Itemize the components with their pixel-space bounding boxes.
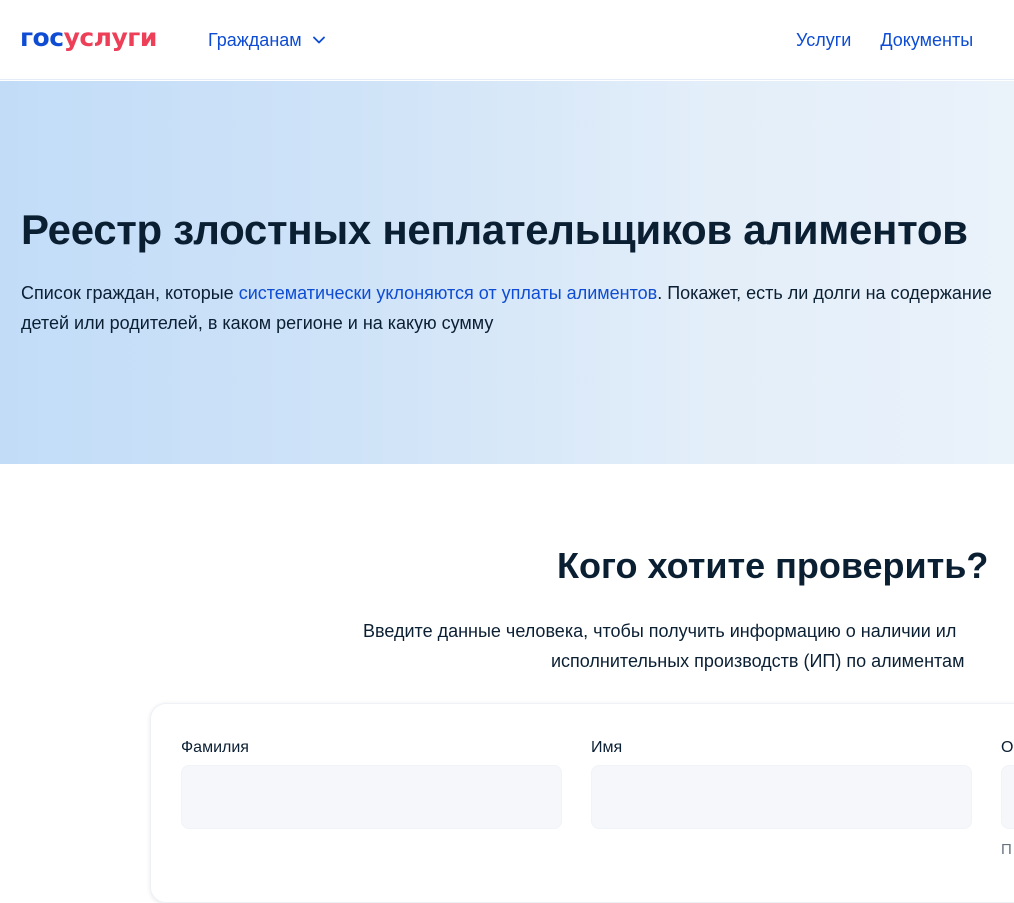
gosuslugi-logo[interactable]: госуслуги (20, 24, 157, 52)
check-subtitle-line2: исполнительных производств (ИП) по алиме… (551, 651, 965, 671)
hero-description: Список граждан, которые систематически у… (21, 278, 1001, 338)
patronymic-label: О (1001, 739, 1014, 756)
first-name-label: Имя (591, 739, 623, 756)
surname-label: Фамилия (181, 739, 249, 756)
page-title: Реестр злостных неплательщиков алиментов (21, 206, 968, 253)
nav-link-services[interactable]: Услуги (796, 29, 851, 51)
logo-part-uslugi: услуги (63, 23, 158, 52)
check-subtitle-line1: Введите данные человека, чтобы получить … (363, 621, 957, 641)
patronymic-input[interactable] (1001, 765, 1014, 829)
citizens-menu-label: Гражданам (208, 30, 302, 50)
surname-input[interactable] (181, 765, 562, 829)
hero-banner: Реестр злостных неплательщиков алиментов… (0, 81, 1014, 464)
nav-link-documents[interactable]: Документы (880, 29, 973, 51)
logo-part-gos: гос (20, 23, 64, 52)
evasion-info-link[interactable]: систематически уклоняются от уплаты алим… (239, 283, 658, 303)
patronymic-hint: П (1001, 841, 1012, 858)
citizens-menu-button[interactable]: Гражданам (208, 29, 326, 51)
chevron-down-icon (312, 33, 326, 47)
search-form-card: Фамилия Имя О П (150, 703, 1014, 903)
site-header: госуслуги Гражданам Услуги Документы (0, 0, 1014, 80)
hero-desc-text-start: Список граждан, которые (21, 283, 239, 303)
check-section-title: Кого хотите проверить? (557, 545, 989, 586)
check-subtitle-container: Введите данные человека, чтобы получить … (0, 600, 1014, 680)
header-nav: Услуги Документы (796, 29, 973, 51)
check-subtitle: Введите данные человека, чтобы получить … (363, 616, 1014, 676)
first-name-input[interactable] (591, 765, 972, 829)
